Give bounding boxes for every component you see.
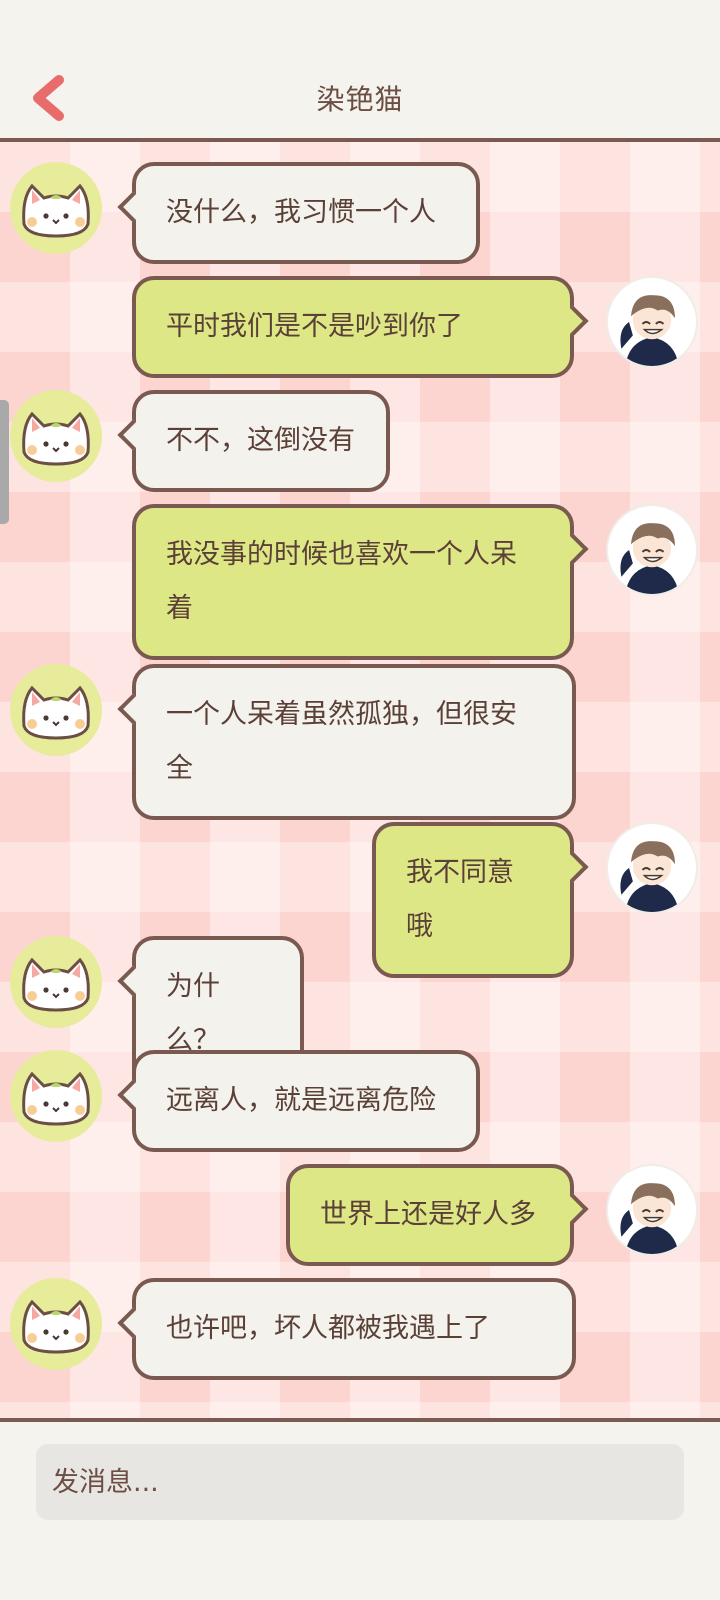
cat-avatar[interactable] [10,390,102,482]
message-text: 也许吧，坏人都被我遇上了 [166,1313,490,1344]
message-input[interactable] [36,1444,684,1520]
cat-face-icon [22,1299,90,1354]
cat-face-icon [22,411,90,466]
page-title: 染铯猫 [316,83,404,116]
user-avatar[interactable] [606,822,698,914]
message-text: 没什么，我习惯一个人 [166,197,436,228]
message-text: 一个人呆着虽然孤独，但很安全 [166,699,517,784]
message-text: 我没事的时候也喜欢一个人呆着 [166,539,517,624]
cat-face-icon [22,957,90,1012]
cat-avatar[interactable] [10,1278,102,1370]
user-portrait-icon [620,295,679,366]
message-text: 世界上还是好人多 [320,1199,536,1230]
user-portrait-icon [620,523,679,594]
user-avatar[interactable] [606,276,698,368]
message-text: 不不，这倒没有 [166,425,355,456]
cat-avatar[interactable] [10,936,102,1028]
message-bubble[interactable]: 远离人，就是远离危险 [117,1050,480,1152]
message-bubble[interactable]: 没什么，我习惯一个人 [117,162,480,264]
cat-face-icon [22,685,90,740]
message-bubble[interactable]: 我没事的时候也喜欢一个人呆着 [132,504,589,660]
message-bubble[interactable]: 也许吧，坏人都被我遇上了 [117,1278,576,1380]
chat-area[interactable]: 没什么，我习惯一个人 平时我们是不是吵到你了 不不，这倒没有 我没事的时候也喜欢… [0,138,720,1422]
message-bubble[interactable]: 世界上还是好人多 [286,1164,589,1266]
message-text: 远离人，就是远离危险 [166,1085,436,1116]
message-bubble[interactable]: 一个人呆着虽然孤独，但很安全 [117,664,576,820]
cat-avatar[interactable] [10,664,102,756]
cat-face-icon [22,1071,90,1126]
cat-avatar[interactable] [10,1050,102,1142]
message-bubble[interactable]: 我不同意哦 [372,822,589,978]
user-portrait-icon [620,841,679,912]
message-text: 平时我们是不是吵到你了 [166,311,463,342]
cat-avatar[interactable] [10,162,102,254]
user-avatar[interactable] [606,1164,698,1256]
message-text: 我不同意哦 [406,857,514,942]
message-bubble[interactable]: 不不，这倒没有 [117,390,390,492]
cat-face-icon [22,183,90,238]
message-bubble[interactable]: 平时我们是不是吵到你了 [132,276,589,378]
header-bar: 染铯猫 [0,0,720,138]
scroll-handle[interactable] [0,400,9,524]
input-bar [0,1422,720,1600]
user-avatar[interactable] [606,504,698,596]
user-portrait-icon [620,1183,679,1254]
